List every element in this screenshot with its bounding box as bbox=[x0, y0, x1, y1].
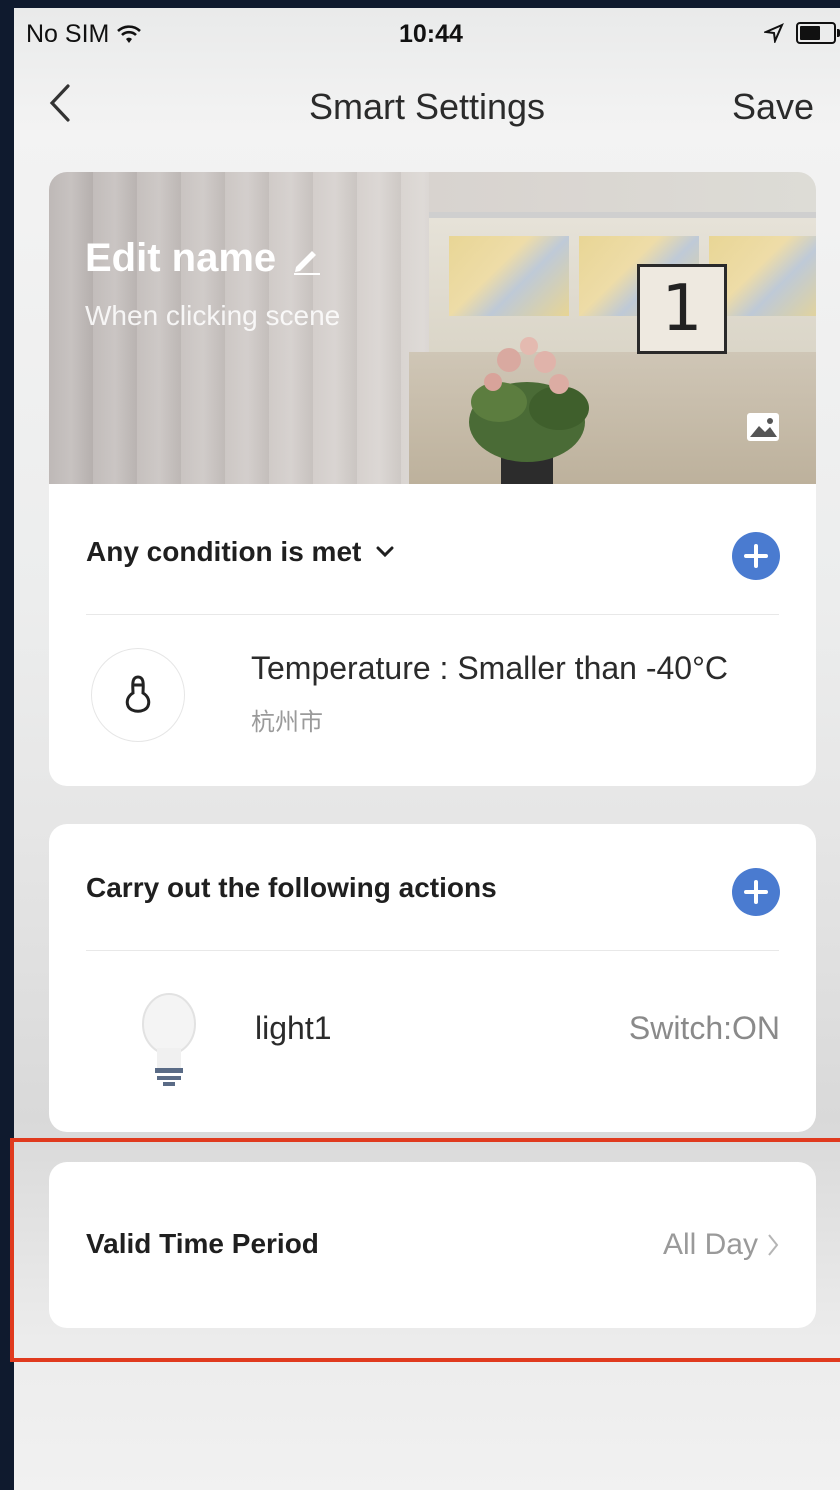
status-right bbox=[764, 22, 840, 44]
scene-cover: 1 Edit name When clicking scene bbox=[49, 172, 816, 484]
status-bar: No SIM 10:44 bbox=[14, 8, 840, 58]
battery-icon bbox=[796, 22, 840, 44]
page-title: Smart Settings bbox=[308, 86, 546, 127]
divider bbox=[86, 950, 779, 951]
condition-item-location: 杭州市 bbox=[251, 709, 323, 736]
temperature-icon bbox=[91, 648, 185, 742]
add-condition-button[interactable] bbox=[732, 532, 780, 580]
wifi-icon bbox=[117, 24, 142, 43]
condition-card: Any condition is met Temperature : Small… bbox=[49, 484, 816, 786]
location-arrow-icon bbox=[764, 23, 784, 43]
condition-header: Any condition is met bbox=[86, 536, 362, 567]
scene-name: Edit name bbox=[85, 236, 277, 280]
action-item-value: Switch:ON bbox=[628, 1010, 780, 1046]
actions-card: Carry out the following actions light1 S… bbox=[49, 824, 816, 1132]
cover-window-pane bbox=[449, 236, 569, 316]
highlight-box bbox=[10, 1138, 840, 1362]
divider bbox=[86, 614, 779, 615]
condition-item-primary[interactable]: Temperature : Smaller than -40°C bbox=[251, 650, 728, 687]
navigation-bar: Smart Settings Save bbox=[14, 68, 840, 148]
cover-clock: 1 bbox=[637, 264, 727, 354]
pencil-icon bbox=[294, 250, 321, 275]
edit-name-button[interactable]: Edit name bbox=[85, 236, 322, 281]
condition-mode-dropdown[interactable]: Any condition is met bbox=[86, 536, 395, 568]
save-button[interactable]: Save bbox=[732, 86, 814, 128]
carrier-area: No SIM bbox=[26, 20, 142, 49]
light-bulb-icon bbox=[142, 993, 196, 1086]
carrier-label: No SIM bbox=[26, 20, 110, 48]
status-time: 10:44 bbox=[399, 20, 463, 48]
add-action-button[interactable] bbox=[732, 868, 780, 916]
image-icon[interactable] bbox=[746, 412, 780, 442]
action-item-name[interactable]: light1 bbox=[255, 1010, 332, 1047]
scene-subtitle: When clicking scene bbox=[85, 300, 341, 331]
chevron-down-icon bbox=[376, 546, 394, 558]
actions-header: Carry out the following actions bbox=[86, 872, 497, 903]
cover-plant bbox=[469, 337, 589, 484]
